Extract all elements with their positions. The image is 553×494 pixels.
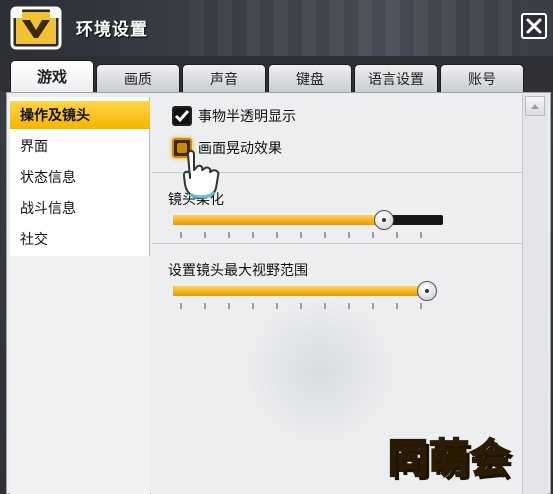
- tab-game[interactable]: 游戏: [10, 60, 94, 92]
- sidebar-empty-area: [10, 256, 150, 494]
- sidebar-item-status-info[interactable]: 状态信息: [10, 163, 150, 191]
- translucent-objects-checkbox[interactable]: [172, 106, 192, 126]
- translucent-objects-label: 事物半透明显示: [198, 109, 296, 125]
- section-divider: [152, 243, 522, 244]
- sidebar-item-controls-camera[interactable]: 操作及镜头: [10, 101, 150, 129]
- sidebar-item-social[interactable]: 社交: [10, 225, 150, 253]
- camera-smoothing-slider[interactable]: [173, 210, 443, 230]
- sidebar-item-interface[interactable]: 界面: [10, 132, 150, 160]
- background-art: [240, 300, 400, 440]
- settings-window: 环境设置 游戏 画质 声音 键盘 语言设置 账号 操作及镜头 界面 状态信息 战…: [0, 0, 553, 494]
- max-view-range-label: 设置镜头最大视野范围: [168, 263, 308, 279]
- window-title: 环境设置: [76, 20, 148, 40]
- slider-thumb[interactable]: [417, 281, 437, 301]
- vertical-scrollbar[interactable]: [522, 94, 548, 494]
- tab-language[interactable]: 语言设置: [354, 64, 438, 92]
- title-bar[interactable]: 环境设置: [0, 0, 553, 56]
- title-bar-decoration: [190, 0, 520, 56]
- hand-pointer-icon: [182, 150, 220, 199]
- option-translucent-objects[interactable]: 事物半透明显示: [172, 106, 296, 126]
- slider-fill: [173, 215, 384, 225]
- game-logo-icon: [10, 6, 62, 50]
- chevron-up-icon: [531, 104, 539, 109]
- scroll-up-button[interactable]: [525, 96, 545, 116]
- close-button[interactable]: [521, 13, 547, 39]
- slider-ticks: [180, 303, 430, 309]
- max-view-range-slider[interactable]: [173, 281, 437, 301]
- sidebar-item-combat-info[interactable]: 战斗信息: [10, 194, 150, 222]
- tab-graphics[interactable]: 画质: [96, 64, 180, 92]
- watermark-logo: 同萌会: [387, 435, 511, 483]
- slider-ticks: [180, 232, 430, 238]
- tab-sound[interactable]: 声音: [182, 64, 266, 92]
- tab-account[interactable]: 账号: [440, 64, 524, 92]
- checkmark-icon: [174, 110, 190, 123]
- tab-keyboard[interactable]: 键盘: [268, 64, 352, 92]
- slider-thumb[interactable]: [374, 210, 394, 230]
- close-icon: [526, 18, 542, 34]
- slider-fill: [173, 286, 435, 296]
